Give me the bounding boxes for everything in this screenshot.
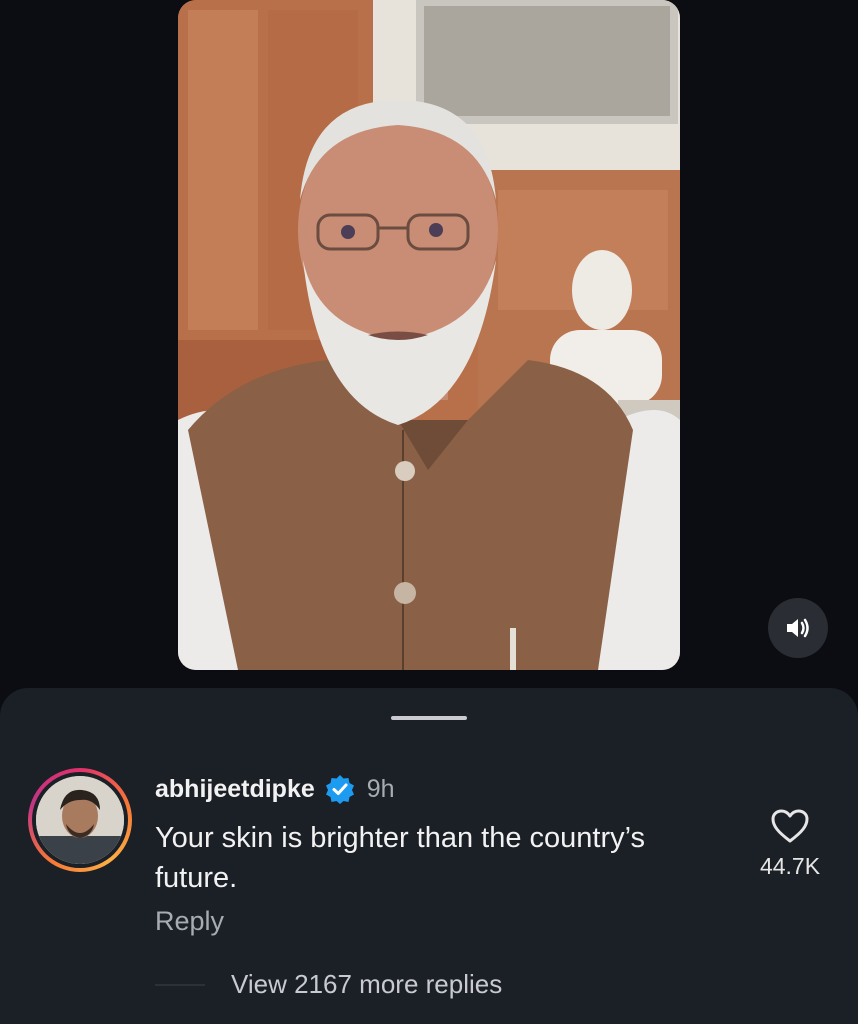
view-more-replies-label: View 2167 more replies (231, 969, 503, 999)
comments-sheet: abhijeetdipke 9h Your skin is brighter t… (0, 688, 858, 1024)
view-more-replies[interactable]: View 2167 more replies (155, 969, 502, 1000)
speaker-sound-icon (787, 618, 809, 638)
heart-icon[interactable] (770, 808, 810, 844)
sound-toggle-button[interactable] (768, 598, 828, 658)
like-count: 44.7K (759, 853, 821, 879)
avatar-photo (36, 776, 124, 864)
video-player[interactable] (178, 0, 680, 670)
reply-button[interactable]: Reply (155, 906, 224, 937)
video-frame-image (178, 0, 680, 670)
like-control: 44.7K (740, 808, 840, 880)
comment-header: abhijeetdipke 9h (155, 774, 395, 804)
verified-badge-icon (325, 775, 354, 804)
comment-timestamp: 9h (366, 774, 395, 803)
comment-username[interactable]: abhijeetdipke (155, 775, 315, 804)
thread-divider (155, 983, 205, 986)
sheet-grabber-handle[interactable] (391, 716, 467, 720)
avatar[interactable] (28, 768, 132, 872)
comment-body: Your skin is brighter than the country’s… (155, 822, 646, 894)
